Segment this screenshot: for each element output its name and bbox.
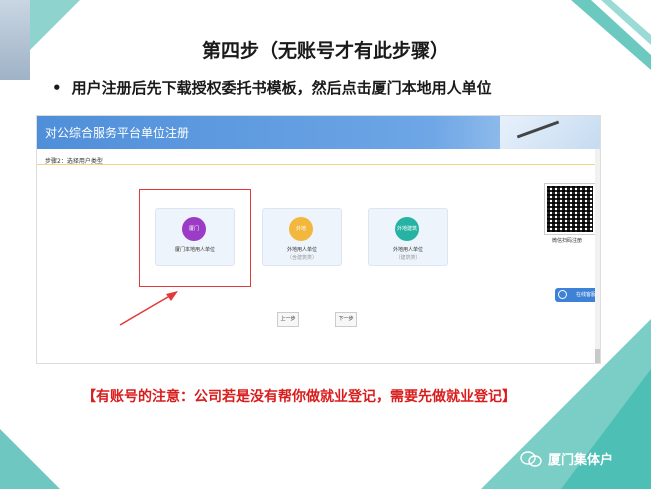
chat-icon [558,290,567,299]
outside-badge-icon: 外地 [289,217,313,241]
warning-note: 【有账号的注意：公司若是没有帮你做就业登记，需要先做就业登记】 [82,389,516,405]
brand-watermark: 厦门集体户 [520,449,613,468]
wechat-icon [520,450,542,467]
red-arrow-icon [119,291,178,326]
breadcrumb-divider [37,164,597,165]
highlight-box [139,189,251,287]
card-sublabel: （建筑类） [395,255,421,261]
bullet: • [52,79,62,97]
online-service-label: 在线客服 [575,292,596,298]
construction-badge-icon: 外地建筑 [395,217,419,241]
prev-step-button[interactable]: 上一步 [277,312,299,327]
qr-code [544,183,596,235]
slide-subtitle: • 用户注册后先下载授权委托书模板，然后点击厦门本地用人单位 [52,77,492,98]
card-outside-construction-employer[interactable]: 外地建筑 外地用人单位 （建筑类） [368,208,448,266]
portal-title: 对公综合服务平台单位注册 [45,126,190,140]
card-outside-employer[interactable]: 外地 外地用人单位 （含建筑类） [262,208,342,266]
brand-name: 厦门集体户 [548,453,614,468]
corner-decoration-bottom-left [0,429,60,489]
card-label: 外地用人单位 [392,247,423,253]
scrollbar-thumb[interactable] [595,349,600,363]
card-sublabel: （含建筑类） [286,255,317,261]
next-step-button[interactable]: 下一步 [335,312,357,327]
pen-icon [516,120,560,139]
slide-title: 第四步（无账号才有此步骤） [201,40,449,62]
online-service-button[interactable]: 在线客服 [555,288,599,302]
header-hero-image [500,116,600,149]
scrollbar[interactable] [595,149,600,363]
slide: 第四步（无账号才有此步骤） • 用户注册后先下载授权委托书模板，然后点击厦门本地用… [0,0,651,489]
card-label: 外地用人单位 [286,247,317,253]
qr-label: 微信扫码注册 [551,238,582,244]
subtitle-text: 用户注册后先下载授权委托书模板，然后点击厦门本地用人单位 [71,79,492,97]
portal-header: 对公综合服务平台单位注册 [37,116,600,149]
